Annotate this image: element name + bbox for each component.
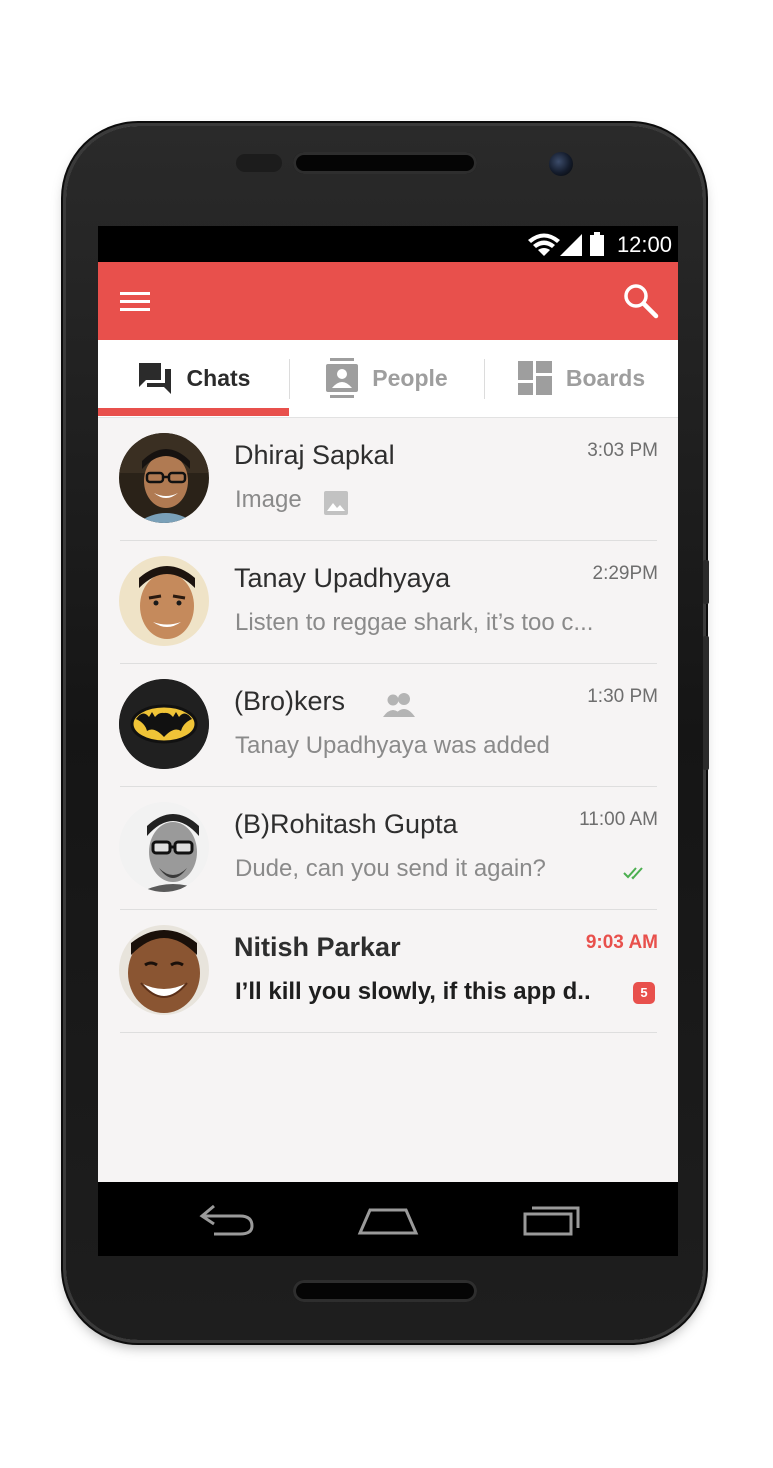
system-nav-bar <box>98 1182 678 1256</box>
screen: 12:00 Chats People Boards Dhiraj Sapkal … <box>98 226 678 1256</box>
app-bar <box>98 262 678 340</box>
chat-row-dhiraj-sapkal[interactable]: Dhiraj Sapkal 3:03 PM Image <box>98 418 678 541</box>
power-button <box>703 560 709 604</box>
tab-people[interactable]: People <box>290 340 484 416</box>
unread-count-badge: 5 <box>633 982 655 1004</box>
status-icons <box>528 232 604 256</box>
avatar <box>119 802 209 892</box>
wifi-icon <box>528 233 560 256</box>
chat-row-nitish-parkar[interactable]: Nitish Parkar 9:03 AM I’ll kill you slow… <box>98 910 678 1033</box>
chat-time: 2:29PM <box>592 563 658 584</box>
tab-boards[interactable]: Boards <box>485 340 678 416</box>
chat-name: Tanay Upadhyaya <box>234 563 451 593</box>
chat-row-rohitash-gupta[interactable]: (B)Rohitash Gupta 11:00 AM Dude, can you… <box>98 787 678 910</box>
tab-boards-label: Boards <box>565 364 646 391</box>
chat-row-tanay-upadhyaya[interactable]: Tanay Upadhyaya 2:29PM Listen to reggae … <box>98 541 678 664</box>
earpiece-speaker <box>293 152 477 174</box>
chat-preview: Listen to reggae shark, it’s too c... <box>235 609 594 636</box>
chat-time: 3:03 PM <box>587 440 658 461</box>
proximity-sensor <box>236 154 282 172</box>
dashboard-icon <box>517 361 552 395</box>
chat-name: (B)Rohitash Gupta <box>234 809 458 839</box>
active-tab-indicator <box>98 408 289 416</box>
avatar <box>119 925 209 1015</box>
group-icon <box>383 693 415 717</box>
image-icon <box>324 491 348 515</box>
bottom-speaker <box>293 1280 477 1302</box>
chat-preview: I’ll kill you slowly, if this app d.. <box>235 978 591 1005</box>
signal-icon <box>560 234 582 256</box>
tab-chats-label: Chats <box>186 364 251 391</box>
chat-time: 1:30 PM <box>587 686 658 707</box>
menu-icon-line <box>120 300 150 303</box>
chat-name: Dhiraj Sapkal <box>234 440 395 470</box>
chat-name: Nitish Parkar <box>234 932 401 962</box>
tab-bar: Chats People Boards <box>98 340 678 418</box>
double-check-icon <box>623 867 643 880</box>
chat-row-brokers[interactable]: (Bro)kers 1:30 PM Tanay Upadhyaya was ad… <box>98 664 678 787</box>
chat-preview: Image <box>235 486 302 513</box>
chat-time: 9:03 AM <box>585 932 658 953</box>
battery-icon <box>590 232 604 256</box>
avatar <box>119 433 209 523</box>
home-icon[interactable] <box>356 1200 420 1240</box>
chat-list: Dhiraj Sapkal 3:03 PM Image Tanay Upadhy… <box>98 418 678 1256</box>
search-icon[interactable] <box>622 282 660 320</box>
menu-icon-line <box>120 292 150 295</box>
front-camera <box>549 152 573 176</box>
recent-apps-icon[interactable] <box>520 1200 584 1240</box>
chat-icon <box>138 363 171 394</box>
menu-icon-line <box>120 308 150 311</box>
status-time: 12:00 <box>616 232 672 257</box>
chat-name: (Bro)kers <box>234 686 346 716</box>
chat-preview: Tanay Upadhyaya was added <box>235 732 550 759</box>
contact-card-icon <box>326 358 359 398</box>
row-divider <box>120 1032 657 1033</box>
volume-button <box>703 636 709 770</box>
chat-time: 11:00 AM <box>579 809 658 830</box>
tab-chats[interactable]: Chats <box>98 340 289 416</box>
status-bar: 12:00 <box>98 226 678 262</box>
tab-people-label: People <box>372 364 448 391</box>
back-icon[interactable] <box>194 1200 258 1240</box>
chat-preview: Dude, can you send it again? <box>235 855 546 882</box>
avatar <box>119 556 209 646</box>
avatar <box>119 679 209 769</box>
menu-button[interactable] <box>118 287 152 315</box>
